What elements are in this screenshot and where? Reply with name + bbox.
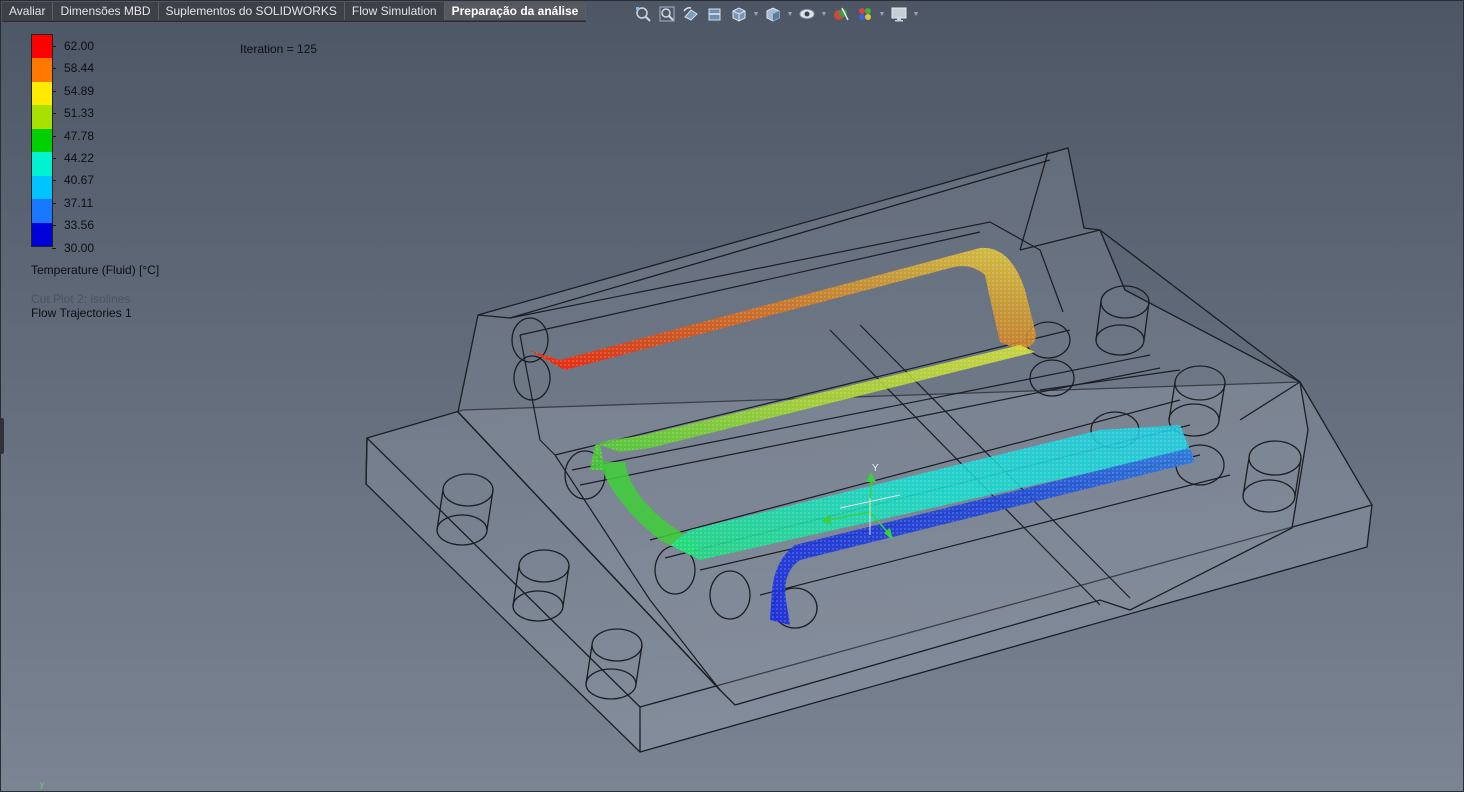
- axis-y-label: Y: [872, 463, 879, 474]
- corner-axis-indicator: y: [40, 780, 44, 789]
- flow-simulation-model[interactable]: Y: [0, 0, 1464, 792]
